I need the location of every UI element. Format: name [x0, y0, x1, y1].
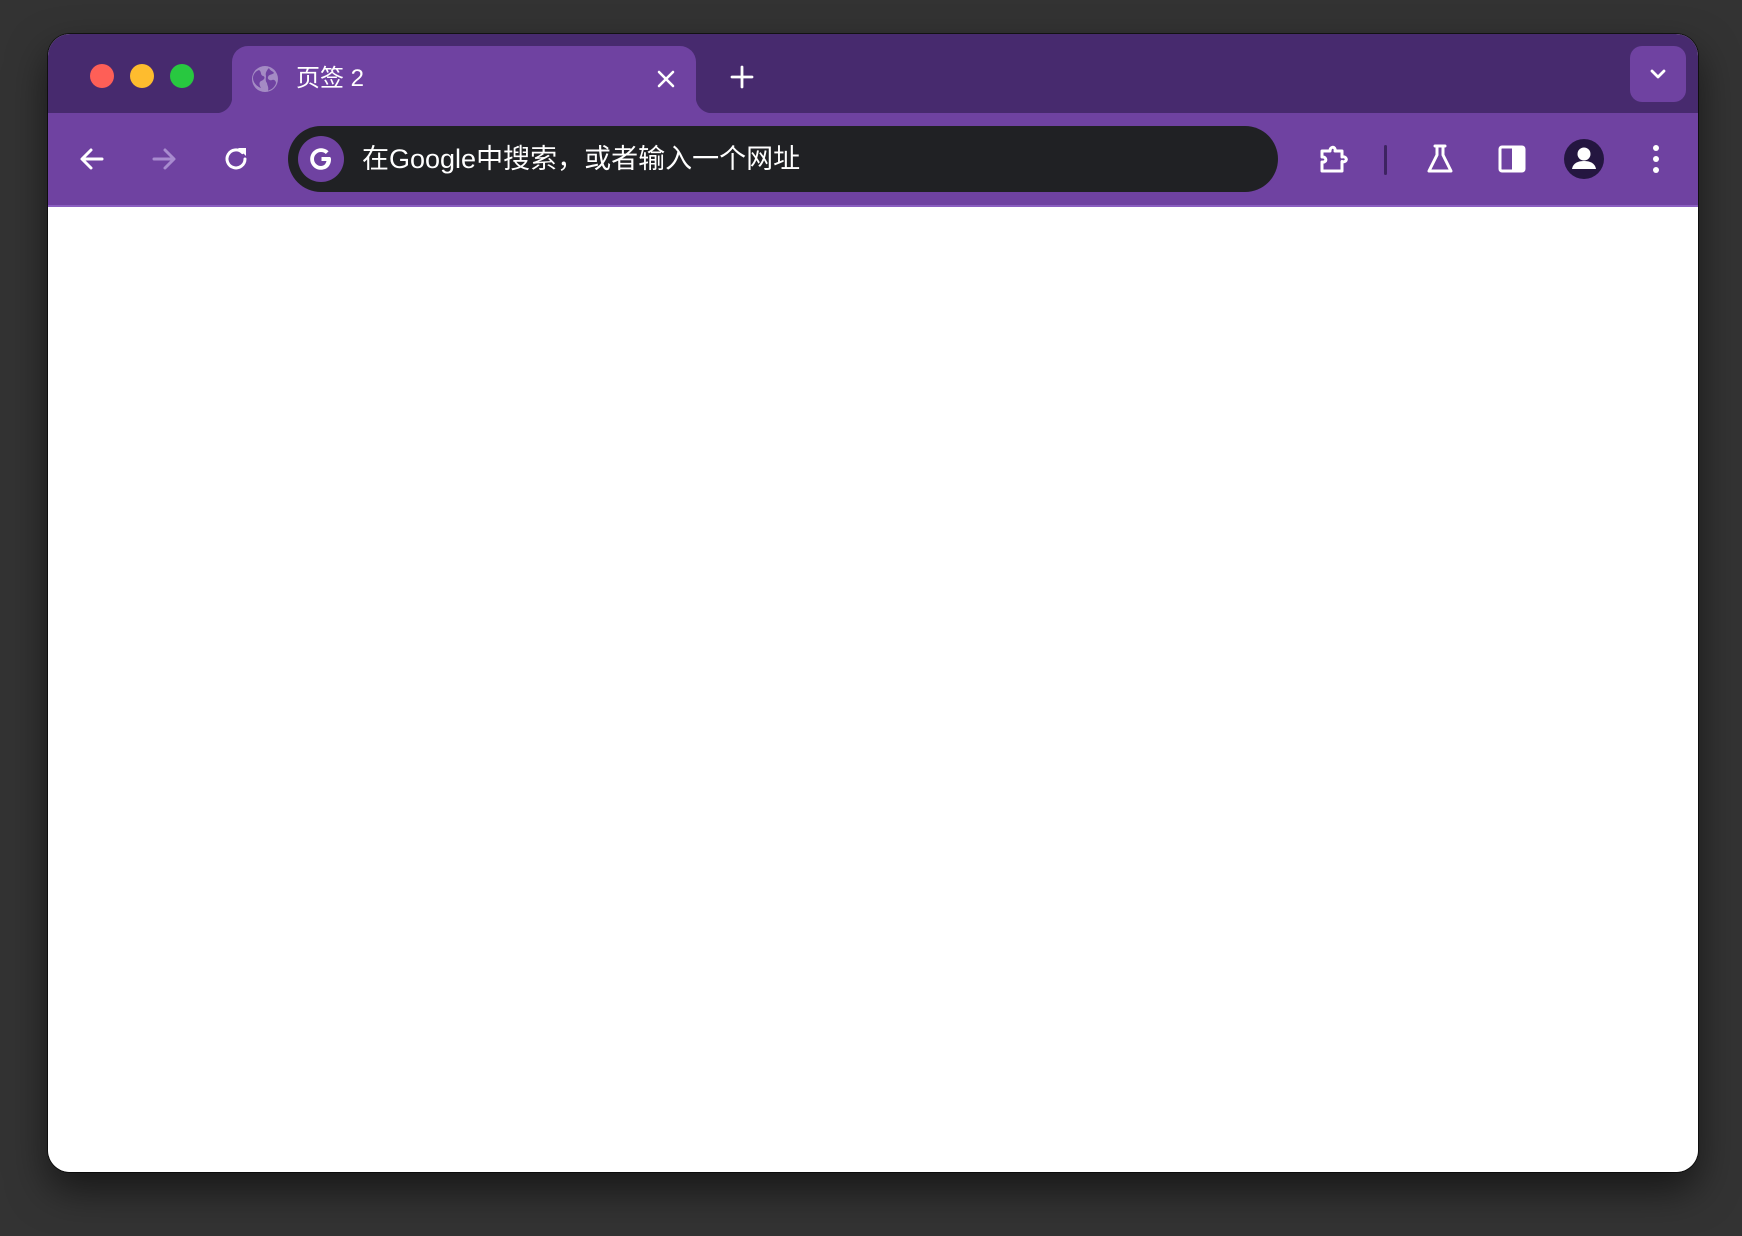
- side-panel-icon: [1498, 145, 1526, 173]
- minimize-window-button[interactable]: [130, 64, 154, 88]
- flask-icon: [1427, 144, 1453, 173]
- back-button[interactable]: [68, 135, 116, 183]
- toolbar-divider: [1384, 145, 1387, 175]
- omnibox[interactable]: 在Google中搜索，或者输入一个网址: [288, 126, 1278, 192]
- close-window-button[interactable]: [90, 64, 114, 88]
- chevron-down-icon: [1650, 69, 1666, 79]
- tab-close-button[interactable]: [648, 61, 684, 97]
- page-content[interactable]: [48, 207, 1698, 1172]
- tab-search-button[interactable]: [1630, 46, 1686, 102]
- browser-window: 页签 2 在Google中搜索，或者输入一个网址: [48, 34, 1698, 1172]
- globe-icon: [250, 64, 280, 94]
- puzzle-icon: [1320, 145, 1348, 173]
- kebab-menu-icon: [1653, 145, 1659, 173]
- tab-title: 页签 2: [296, 65, 365, 92]
- labs-button[interactable]: [1416, 135, 1464, 183]
- arrow-left-icon: [80, 148, 104, 170]
- reload-icon: [225, 148, 247, 170]
- arrow-right-icon: [152, 148, 176, 170]
- forward-button[interactable]: [140, 135, 188, 183]
- reload-button[interactable]: [212, 135, 260, 183]
- zoom-window-button[interactable]: [170, 64, 194, 88]
- plus-icon: [730, 65, 754, 89]
- extensions-button[interactable]: [1310, 135, 1358, 183]
- profile-button[interactable]: [1560, 135, 1608, 183]
- tab-active[interactable]: 页签 2: [216, 46, 712, 113]
- close-icon: [657, 70, 675, 88]
- avatar-icon: [1564, 139, 1604, 179]
- side-panel-button[interactable]: [1488, 135, 1536, 183]
- tab-strip: 页签 2: [48, 34, 1698, 113]
- google-g-icon[interactable]: [298, 136, 344, 182]
- omnibox-placeholder: 在Google中搜索，或者输入一个网址: [362, 144, 801, 174]
- new-tab-button[interactable]: [722, 57, 762, 97]
- toolbar: 在Google中搜索，或者输入一个网址: [48, 113, 1698, 207]
- menu-button[interactable]: [1632, 135, 1680, 183]
